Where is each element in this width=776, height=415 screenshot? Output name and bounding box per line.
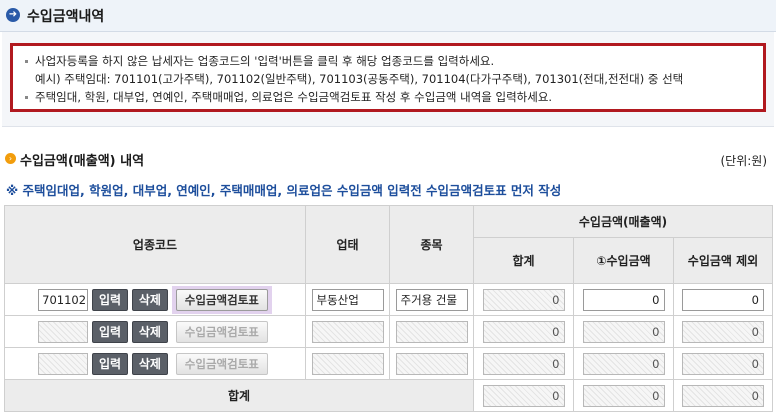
- income-input[interactable]: 0: [582, 288, 665, 311]
- footer-total-cell: 0: [473, 379, 574, 412]
- income-input: 0: [582, 320, 665, 343]
- category-cell: [389, 347, 474, 380]
- footer-income: 0: [582, 384, 665, 407]
- category-input: [395, 320, 468, 343]
- footer-income-cell: 0: [573, 379, 674, 412]
- industry-code-input[interactable]: 701102: [38, 288, 89, 311]
- business-type-cell: [305, 315, 390, 348]
- delete-button[interactable]: 삭제: [131, 320, 168, 343]
- excluded-cell: 0: [673, 283, 773, 316]
- header-total: 합계: [473, 237, 574, 284]
- table-row: 입력 삭제 수입금액검토표 0 0 0: [4, 347, 773, 380]
- review-button[interactable]: 수입금액검토표: [175, 288, 268, 311]
- category-input: [395, 352, 468, 375]
- total-label: 합계: [4, 379, 474, 412]
- delete-button[interactable]: 삭제: [131, 288, 168, 311]
- header-business-type: 업태: [305, 205, 390, 284]
- total-input: 0: [482, 288, 565, 311]
- input-button[interactable]: 입력: [91, 320, 129, 343]
- category-cell: 주거용 건물: [389, 283, 474, 316]
- industry-code-cell: 701102 입력 삭제 수입금액검토표: [4, 283, 306, 316]
- business-type-input[interactable]: 부동산업: [311, 288, 384, 311]
- footer-excluded: 0: [682, 384, 764, 407]
- title-bar: ➜ 수입금액내역: [0, 0, 776, 32]
- arrow-right-icon: ➜: [6, 8, 20, 22]
- table-row: 701102 입력 삭제 수입금액검토표 부동산업 주거용 건물 0 0 0: [4, 283, 773, 316]
- input-button[interactable]: 입력: [91, 288, 129, 311]
- table-row: 입력 삭제 수입금액검토표 0 0 0: [4, 315, 773, 348]
- notice-line-2: 예시) 주택임대: 701101(고가주택), 701102(일반주택), 70…: [35, 72, 684, 86]
- unit-label: (단위:원): [720, 154, 767, 168]
- category-input[interactable]: 주거용 건물: [395, 288, 468, 311]
- industry-code-input: [38, 352, 89, 375]
- bullet-icon: [25, 60, 28, 63]
- industry-code-input: [38, 320, 89, 343]
- notice-area: 사업자등록을 하지 않은 납세자는 업종코드의 '입력'버튼을 클릭 후 해당 …: [2, 32, 774, 127]
- notice-box: 사업자등록을 하지 않은 납세자는 업종코드의 '입력'버튼을 클릭 후 해당 …: [10, 43, 766, 112]
- section-title: 수입금액(매출액) 내역: [20, 154, 145, 169]
- notice-line-3: 주택임대, 학원, 대부업, 연예인, 주택매매업, 의료업은 수입금액검토표 …: [35, 90, 553, 104]
- income-table: 업종코드 업태 종목 수입금액(매출액) 합계 ①수입금액 수입금액 제외 70…: [4, 205, 773, 412]
- excluded-input: 0: [682, 320, 764, 343]
- review-button: 수입금액검토표: [175, 320, 268, 343]
- warning-text: ※ 주택임대업, 학원업, 대부업, 연예인, 주택매매업, 의료업은 수입금액…: [6, 183, 562, 198]
- header-industry-code: 업종코드: [4, 205, 306, 284]
- total-cell: 0: [473, 283, 574, 316]
- header-excluded: 수입금액 제외: [673, 237, 773, 284]
- category-cell: [389, 315, 474, 348]
- header-income-group: 수입금액(매출액): [473, 205, 773, 238]
- bullet-icon: [25, 96, 28, 99]
- business-type-input: [311, 320, 384, 343]
- notice-line-1: 사업자등록을 하지 않은 납세자는 업종코드의 '입력'버튼을 클릭 후 해당 …: [35, 54, 495, 68]
- income-input: 0: [582, 352, 665, 375]
- business-type-input: [311, 352, 384, 375]
- excluded-cell: 0: [673, 347, 773, 380]
- total-row: 합계 0 0 0: [4, 379, 773, 412]
- total-cell: 0: [473, 347, 574, 380]
- industry-code-cell: 입력 삭제 수입금액검토표: [4, 315, 306, 348]
- header-income: ①수입금액: [573, 237, 674, 284]
- total-cell: 0: [473, 315, 574, 348]
- business-type-cell: 부동산업: [305, 283, 390, 316]
- input-button[interactable]: 입력: [91, 352, 129, 375]
- total-input: 0: [482, 352, 565, 375]
- income-cell: 0: [573, 315, 674, 348]
- industry-code-cell: 입력 삭제 수입금액검토표: [4, 347, 306, 380]
- excluded-input[interactable]: 0: [682, 288, 764, 311]
- footer-excluded-cell: 0: [673, 379, 773, 412]
- income-cell: 0: [573, 347, 674, 380]
- total-input: 0: [482, 320, 565, 343]
- income-cell: 0: [573, 283, 674, 316]
- chevron-right-icon: ›: [5, 153, 16, 164]
- excluded-input: 0: [682, 352, 764, 375]
- excluded-cell: 0: [673, 315, 773, 348]
- delete-button[interactable]: 삭제: [131, 352, 168, 375]
- footer-total: 0: [482, 384, 565, 407]
- page-title: 수입금액내역: [27, 9, 105, 25]
- header-category: 종목: [389, 205, 474, 284]
- business-type-cell: [305, 347, 390, 380]
- review-highlight: 수입금액검토표: [171, 285, 272, 314]
- review-button: 수입금액검토표: [175, 352, 268, 375]
